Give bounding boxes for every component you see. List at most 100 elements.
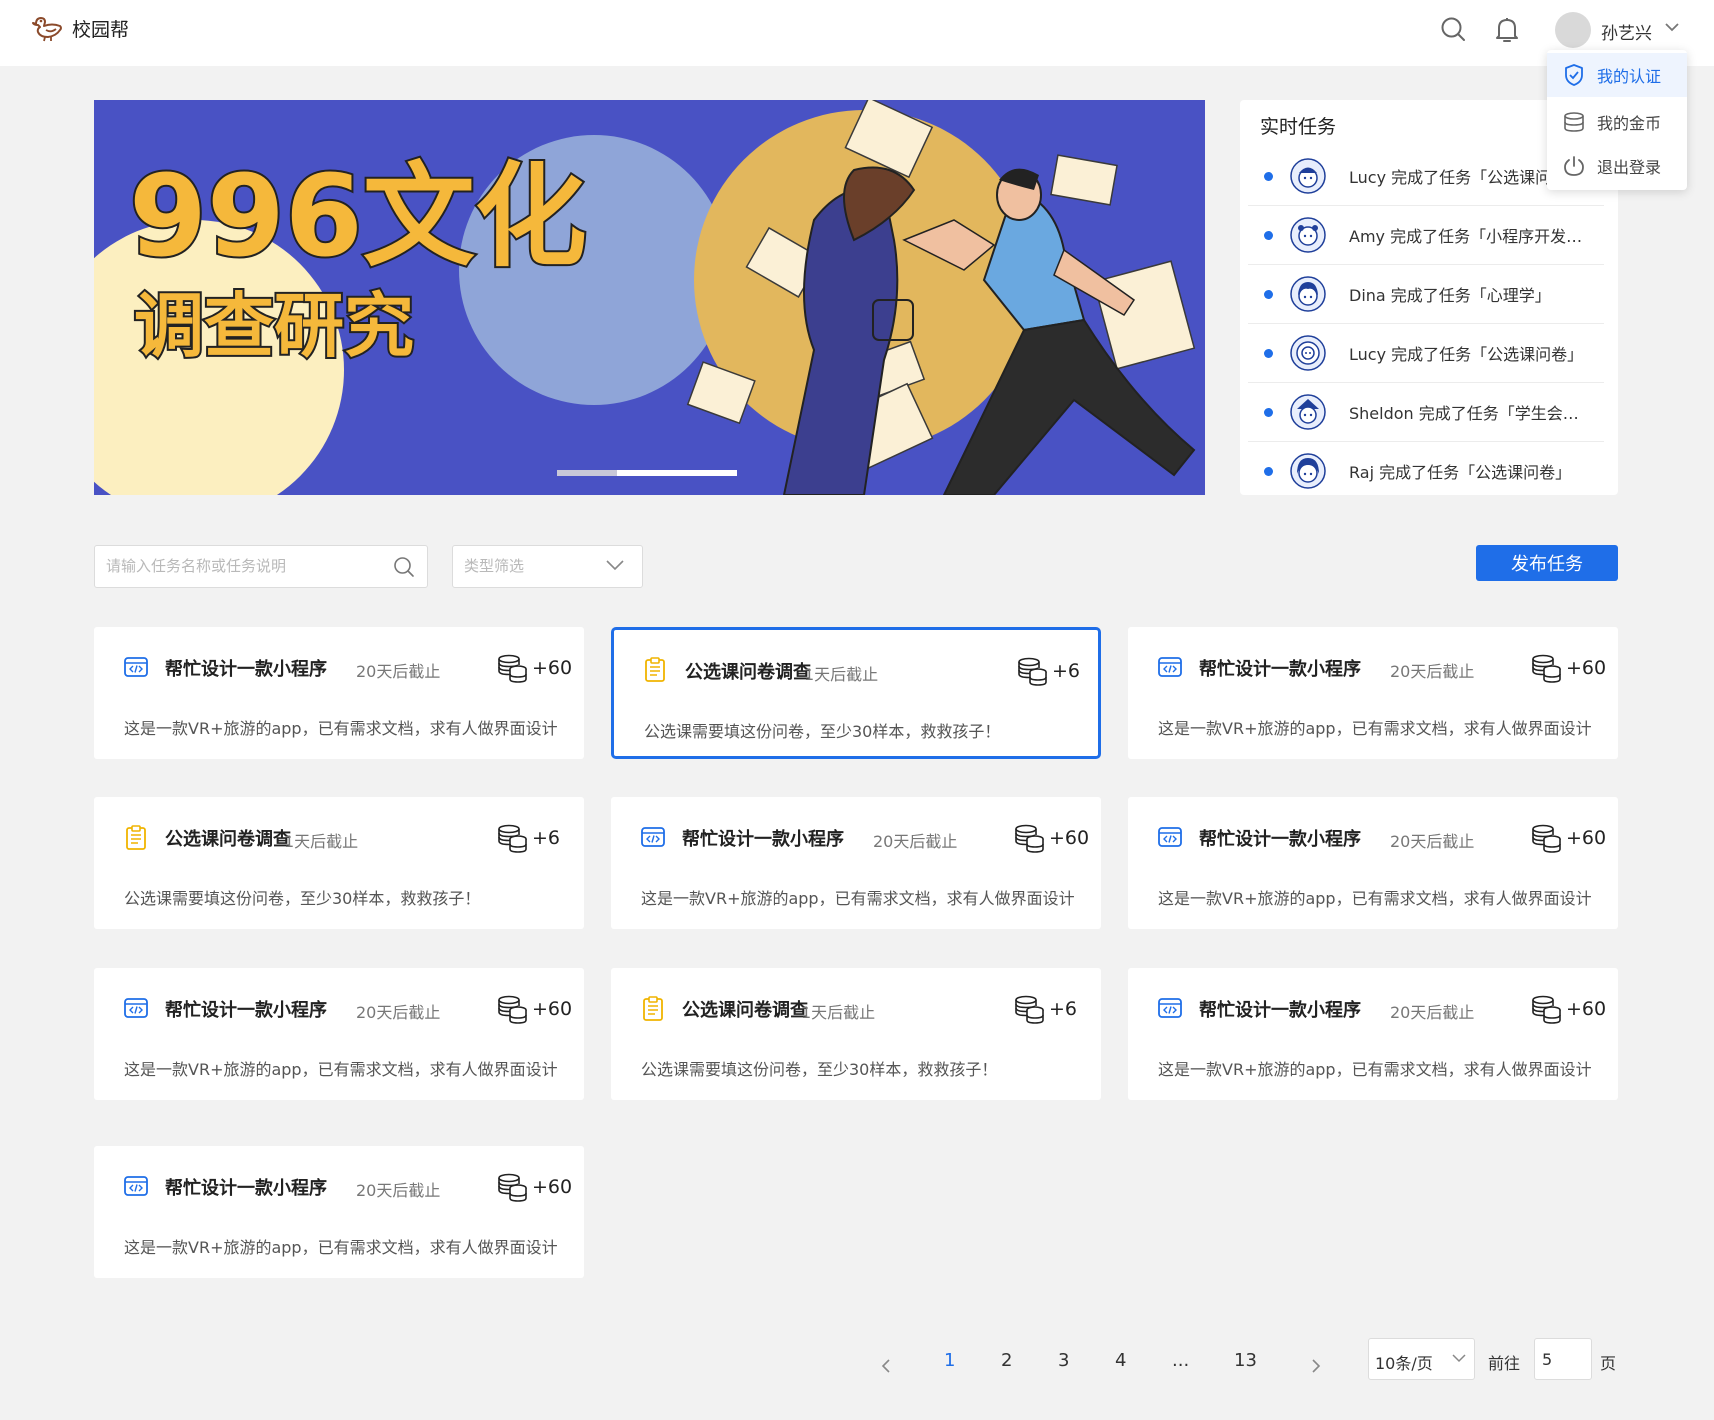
avatar-icon — [1290, 276, 1326, 312]
banner-title-line1: 996文化 — [129, 152, 587, 282]
shield-check-icon — [1565, 64, 1583, 86]
task-description: 这是一款VR+旅游的app，已有需求文档，求有人做界面设计 — [1158, 1060, 1592, 1079]
task-deadline: 20天后截止 — [1390, 832, 1475, 851]
chevron-down-icon[interactable] — [1664, 22, 1680, 32]
page-number[interactable]: 3 — [1058, 1350, 1069, 1371]
publish-task-button[interactable]: 发布任务 — [1476, 545, 1618, 581]
task-title: 帮忙设计一款小程序 — [165, 659, 327, 680]
chevron-right-icon[interactable] — [1310, 1358, 1322, 1374]
list-item[interactable]: Lucy 完成了任务「公选课问卷」 — [1248, 324, 1604, 382]
task-description: 公选课需要填这份问卷，至少30样本，救救孩子！ — [644, 722, 1001, 741]
task-card[interactable]: 公选课问卷调查 1天后截止 +6 公选课需要填这份问卷，至少30样本，救救孩子！ — [611, 627, 1101, 759]
activity-text: Amy 完成了任务「小程序开发… — [1349, 227, 1583, 246]
banner-carousel[interactable]: 996文化 调查研究 — [94, 100, 1205, 495]
app-name: 校园帮 — [72, 18, 130, 41]
avatar-icon — [1290, 158, 1326, 194]
page-number[interactable]: 2 — [1001, 1350, 1012, 1371]
chevron-down-icon — [606, 560, 624, 571]
carousel-indicator-active[interactable] — [557, 470, 617, 476]
task-description: 这是一款VR+旅游的app，已有需求文档，求有人做界面设计 — [124, 719, 558, 738]
task-card[interactable]: 帮忙设计一款小程序 20天后截止 +60 这是一款VR+旅游的app，已有需求文档，求… — [94, 627, 584, 759]
coins-icon — [1564, 112, 1584, 132]
avatar-icon — [1290, 453, 1326, 489]
task-title: 公选课问卷调查 — [165, 829, 291, 850]
coins-icon — [496, 822, 528, 854]
task-card[interactable]: 帮忙设计一款小程序 20天后截止 +60 这是一款VR+旅游的app，已有需求文档，求… — [94, 1146, 584, 1278]
bullet-dot — [1264, 466, 1273, 476]
list-item[interactable]: Raj 完成了任务「公选课问卷」 — [1248, 442, 1604, 500]
task-reward: +60 — [532, 998, 573, 1020]
activity-text: Lucy 完成了任务「公选课问卷」 — [1349, 345, 1584, 364]
power-icon — [1564, 156, 1584, 176]
task-reward: +60 — [1566, 827, 1607, 849]
page-ellipsis[interactable]: ... — [1172, 1350, 1189, 1371]
task-deadline: 20天后截止 — [1390, 662, 1475, 681]
task-title: 公选课问卷调查 — [682, 1000, 808, 1021]
bullet-dot — [1264, 230, 1273, 240]
task-title: 帮忙设计一款小程序 — [165, 1178, 327, 1199]
code-window-icon — [1156, 994, 1184, 1022]
avatar-icon — [1290, 217, 1326, 253]
task-description: 这是一款VR+旅游的app，已有需求文档，求有人做界面设计 — [641, 889, 1075, 908]
task-reward: +60 — [532, 1176, 573, 1198]
activity-text: Raj 完成了任务「公选课问卷」 — [1349, 463, 1572, 482]
task-reward: +60 — [1566, 998, 1607, 1020]
task-card[interactable]: 帮忙设计一款小程序 20天后截止 +60 这是一款VR+旅游的app，已有需求文档，求… — [611, 797, 1101, 929]
task-reward: +6 — [532, 827, 561, 849]
bullet-dot — [1264, 171, 1273, 181]
chevron-left-icon[interactable] — [880, 1358, 892, 1374]
coins-icon — [496, 993, 528, 1025]
task-description: 这是一款VR+旅游的app，已有需求文档，求有人做界面设计 — [124, 1238, 558, 1257]
task-reward: +60 — [1566, 657, 1607, 679]
coins-icon — [1016, 655, 1048, 687]
bullet-dot — [1264, 348, 1273, 358]
task-description: 公选课需要填这份问卷，至少30样本，救救孩子！ — [641, 1060, 998, 1079]
coins-icon — [1013, 993, 1045, 1025]
task-title: 帮忙设计一款小程序 — [1199, 829, 1361, 850]
code-window-icon — [122, 653, 150, 681]
menu-item-my-coins[interactable]: 我的金币 — [1547, 100, 1687, 144]
bell-icon[interactable] — [1494, 16, 1522, 46]
menu-item-my-certification[interactable]: 我的认证 — [1547, 53, 1687, 97]
user-name[interactable]: 孙艺兴 — [1601, 19, 1652, 44]
search-icon[interactable] — [393, 556, 415, 578]
task-title: 帮忙设计一款小程序 — [1199, 1000, 1361, 1021]
search-icon[interactable] — [1440, 16, 1468, 46]
banner-illustration: 996文化 调查研究 — [94, 100, 1205, 495]
activity-text: Sheldon 完成了任务「学生会… — [1349, 404, 1579, 423]
avatar-icon — [1290, 335, 1326, 371]
task-reward: +6 — [1052, 660, 1081, 682]
page-number[interactable]: 13 — [1234, 1350, 1257, 1371]
coins-icon — [496, 1171, 528, 1203]
type-filter-input[interactable] — [464, 557, 594, 575]
code-window-icon — [639, 823, 667, 851]
page-number[interactable]: 1 — [944, 1350, 955, 1371]
task-card[interactable]: 公选课问卷调查 1天后截止 +6 公选课需要填这份问卷，至少30样本，救救孩子！ — [611, 968, 1101, 1100]
task-card[interactable]: 帮忙设计一款小程序 20天后截止 +60 这是一款VR+旅游的app，已有需求文档，求… — [1128, 627, 1618, 759]
task-card[interactable]: 帮忙设计一款小程序 20天后截止 +60 这是一款VR+旅游的app，已有需求文档，求… — [1128, 797, 1618, 929]
type-filter-select[interactable] — [452, 545, 643, 588]
task-card[interactable]: 公选课问卷调查 1天后截止 +6 公选课需要填这份问卷，至少30样本，救救孩子！ — [94, 797, 584, 929]
list-item[interactable]: Amy 完成了任务「小程序开发… — [1248, 206, 1604, 264]
app-logo[interactable]: 校园帮 — [32, 14, 129, 42]
menu-item-label: 我的认证 — [1597, 67, 1662, 86]
page-size-select[interactable]: 10条/页 — [1368, 1338, 1475, 1380]
code-window-icon — [1156, 653, 1184, 681]
task-description: 这是一款VR+旅游的app，已有需求文档，求有人做界面设计 — [1158, 719, 1592, 738]
task-card[interactable]: 帮忙设计一款小程序 20天后截止 +60 这是一款VR+旅游的app，已有需求文档，求… — [94, 968, 584, 1100]
list-item[interactable]: Sheldon 完成了任务「学生会… — [1248, 383, 1604, 441]
goto-unit: 页 — [1600, 1354, 1617, 1373]
task-card[interactable]: 帮忙设计一款小程序 20天后截止 +60 这是一款VR+旅游的app，已有需求文档，求… — [1128, 968, 1618, 1100]
list-item[interactable]: Dina 完成了任务「心理学」 — [1248, 265, 1604, 323]
activity-text: Dina 完成了任务「心理学」 — [1349, 286, 1551, 305]
goto-page-input[interactable] — [1534, 1338, 1592, 1380]
task-description: 这是一款VR+旅游的app，已有需求文档，求有人做界面设计 — [1158, 889, 1592, 908]
task-deadline: 20天后截止 — [356, 1003, 441, 1022]
menu-item-logout[interactable]: 退出登录 — [1547, 144, 1687, 188]
task-description: 公选课需要填这份问卷，至少30样本，救救孩子！ — [124, 889, 481, 908]
code-window-icon — [122, 1172, 150, 1200]
task-deadline: 20天后截止 — [1390, 1003, 1475, 1022]
page-number[interactable]: 4 — [1115, 1350, 1126, 1371]
search-input[interactable] — [106, 557, 376, 575]
user-avatar[interactable] — [1555, 12, 1591, 48]
